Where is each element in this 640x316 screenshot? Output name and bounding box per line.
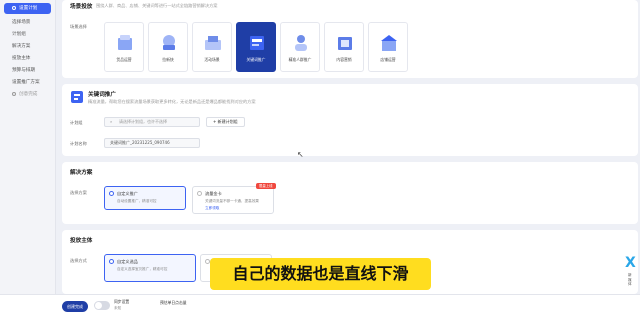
scene-card-shop[interactable]: 店铺运营	[368, 22, 408, 72]
sidebar-item-finish[interactable]: 创意完成	[0, 89, 55, 101]
sidebar-item-label: 设置计划	[19, 6, 38, 11]
content-icon	[338, 37, 352, 50]
scene-name: 内容营销	[336, 57, 352, 62]
option-desc: 关键词流量不够一卡通，提高效果	[205, 199, 259, 203]
subject-option-custom[interactable]: 自定义选品 自定义选择宝贝推广，精准可控	[104, 254, 196, 282]
new-plan-group-label: 新建计划组	[217, 119, 238, 124]
section-desc: 围绕人群、商品、店铺、关键词等进行一站式全链路营销解决方案	[96, 3, 218, 8]
create-button[interactable]: 创建完成	[62, 301, 88, 312]
sidebar-item-solution[interactable]: 解决方案	[0, 41, 55, 53]
search-icon: ⌕	[110, 119, 113, 124]
sidebar: 设置计划 选择场景 计划组 解决方案 投放主体 预算与排期 设置推广方案 创意完…	[0, 0, 56, 316]
scene-name: 店铺运营	[380, 57, 396, 62]
field-label: 选择方案	[70, 190, 87, 195]
scene-card-activity[interactable]: 活动场景	[192, 22, 232, 72]
sidebar-item-plan-group[interactable]: 计划组	[0, 29, 55, 41]
scene-name: 精准人群推广	[288, 57, 312, 62]
plan-name-input[interactable]: 关键词推广_20231225_090746	[104, 138, 200, 148]
section-title: 关键词推广	[88, 92, 116, 98]
keyword-icon	[71, 91, 83, 103]
sidebar-item-label: 创意完成	[19, 92, 38, 97]
option-title: 自定义选品	[117, 259, 138, 264]
summary-label: 预估单日点击量	[160, 300, 187, 305]
box-icon	[205, 36, 221, 50]
scene-name: 拉新快	[162, 57, 174, 62]
cube-icon	[118, 35, 132, 50]
section-title: 投放主体	[70, 238, 93, 244]
option-desc: 自动设置推广，精准可控	[117, 199, 157, 203]
option-desc: 自定义选择宝贝推广，精准可控	[117, 267, 168, 271]
circle-icon	[12, 5, 16, 10]
scene-card-goods[interactable]: 货品运营	[104, 22, 144, 72]
bag-icon	[163, 35, 175, 50]
option-title: 流量金卡	[205, 191, 222, 196]
solution-section: 解决方案 选择方案 自定义推广 自动设置推广，精准可控 流量金卡 关键词流量不够…	[62, 162, 638, 224]
video-subtitle: 自己的数据也是直线下滑	[210, 258, 431, 290]
field-label: 选择方式	[70, 258, 87, 263]
scene-card-content[interactable]: 内容营销	[324, 22, 364, 72]
section-title: 解决方案	[70, 170, 93, 176]
section-desc: 精准流量，帮助您在搜索流量场景获取更多转化，无论是新品还是爆品都能找到对应的方案	[88, 99, 256, 104]
scene-card-keyword[interactable]: 关键词推广	[236, 22, 276, 72]
sidebar-item-budget[interactable]: 预算与排期	[0, 65, 55, 77]
watermark-caption: 新媒体	[628, 273, 632, 286]
sync-toggle[interactable]	[94, 301, 110, 310]
section-title: 场景投放	[70, 4, 93, 10]
shop-icon	[381, 35, 397, 51]
sidebar-item-scene[interactable]: 选择场景	[0, 17, 55, 29]
claim-link[interactable]: 立即领取	[205, 206, 219, 211]
scene-name: 关键词推广	[246, 57, 266, 62]
scene-section: 场景投放 围绕人群、商品、店铺、关键词等进行一站式全链路营销解决方案 场景选择 …	[62, 0, 638, 78]
option-title: 自定义推广	[117, 191, 138, 196]
sidebar-item-setup-plan[interactable]: 设置计划	[4, 3, 51, 14]
scene-name: 货品运营	[116, 57, 132, 62]
solution-option-custom[interactable]: 自定义推广 自动设置推广，精准可控	[104, 186, 186, 210]
plan-group-select[interactable]: ⌕ 请选择计划组，也许不选择	[104, 117, 200, 127]
search-box-icon	[250, 36, 264, 50]
radio-button[interactable]	[109, 259, 114, 264]
watermark-logo: X	[625, 255, 636, 271]
sidebar-item-subject[interactable]: 投放主体	[0, 53, 55, 65]
scene-name: 活动场景	[204, 57, 220, 62]
footer-bar: 创建完成 同步设置 未知 预估单日点击量	[0, 294, 640, 316]
toggle-label: 同步设置	[114, 299, 130, 304]
scene-card-precise-crowd[interactable]: 精准人群推广	[280, 22, 320, 72]
new-plan-group-button[interactable]: + 新建计划组	[206, 117, 245, 127]
sidebar-item-promo-plan[interactable]: 设置推广方案	[0, 77, 55, 89]
radio-button[interactable]	[109, 191, 114, 196]
radio-button[interactable]	[197, 191, 202, 196]
field-label: 场景选择	[70, 24, 87, 29]
plan-name-label: 计划名称	[70, 141, 87, 146]
solution-option-traffic-card[interactable]: 流量金卡 关键词流量不够一卡通，提高效果 立即领取	[192, 186, 274, 214]
limited-badge: 限量上线	[256, 183, 276, 189]
plan-group-label: 计划组	[70, 120, 83, 125]
scene-card-new-customer[interactable]: 拉新快	[148, 22, 188, 72]
keyword-section: 关键词推广 精准流量，帮助您在搜索流量场景获取更多转化，无论是新品还是爆品都能找…	[62, 84, 638, 156]
cursor-icon: ↖	[297, 150, 304, 159]
people-icon	[295, 35, 307, 51]
toggle-sublabel: 未知	[114, 306, 122, 310]
plan-group-placeholder: 请选择计划组，也许不选择	[119, 119, 167, 124]
circle-icon	[12, 91, 16, 96]
